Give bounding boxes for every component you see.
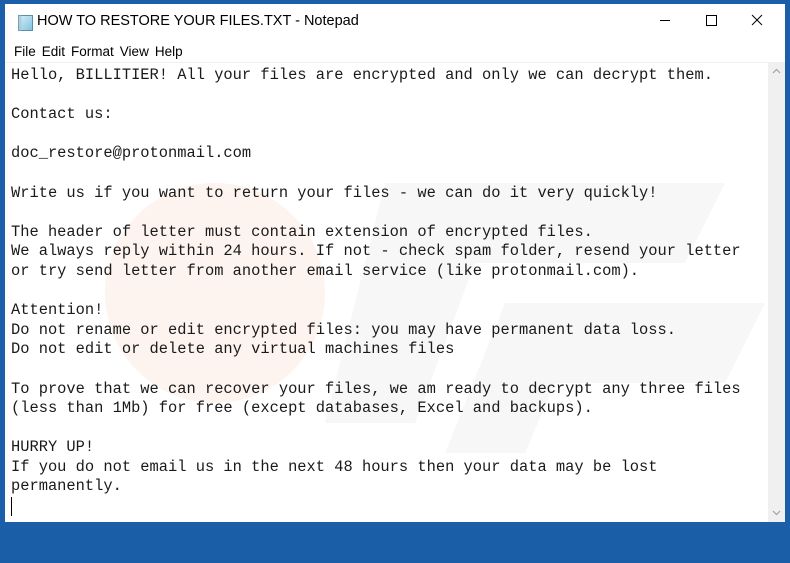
text-line xyxy=(11,125,767,145)
menu-format[interactable]: Format xyxy=(68,42,117,61)
text-line: HURRY UP! xyxy=(11,438,95,457)
text-line: permanently. xyxy=(11,477,122,496)
scroll-down-button[interactable] xyxy=(768,505,785,522)
text-line: Do not rename or edit encrypted files: y… xyxy=(11,320,676,339)
scroll-up-button[interactable] xyxy=(768,63,785,80)
text-line: or try send letter from another email se… xyxy=(11,261,640,280)
close-button[interactable] xyxy=(734,4,780,40)
text-line: Contact us: xyxy=(11,105,113,124)
text-line: To prove that we can recover your files,… xyxy=(11,379,741,398)
minimize-button[interactable] xyxy=(642,4,688,40)
text-line: Write us if you want to return your file… xyxy=(11,183,658,202)
text-line: If you do not email us in the next 48 ho… xyxy=(11,457,658,476)
text-line xyxy=(11,360,767,380)
text-line xyxy=(11,497,767,517)
close-icon xyxy=(751,13,763,31)
text-editor[interactable]: Hello, BILLITIER! All your files are enc… xyxy=(5,62,785,522)
text-line: Attention! xyxy=(11,301,104,320)
text-line: We always reply within 24 hours. If not … xyxy=(11,242,741,261)
text-line xyxy=(11,282,767,302)
notepad-window: HOW TO RESTORE YOUR FILES.TXT - Notepad … xyxy=(0,0,790,527)
text-line: The header of letter must contain extens… xyxy=(11,222,593,241)
title-bar[interactable]: HOW TO RESTORE YOUR FILES.TXT - Notepad xyxy=(5,4,785,40)
menu-help[interactable]: Help xyxy=(152,42,186,61)
text-line xyxy=(11,203,767,223)
text-line: Do not edit or delete any virtual machin… xyxy=(11,340,455,359)
text-line xyxy=(11,419,767,439)
menu-bar: File Edit Format View Help xyxy=(5,40,785,62)
menu-edit[interactable]: Edit xyxy=(39,42,68,61)
maximize-icon xyxy=(705,13,717,31)
menu-view[interactable]: View xyxy=(117,42,152,61)
text-caret xyxy=(11,497,12,517)
text-line xyxy=(11,86,767,106)
document-text[interactable]: Hello, BILLITIER! All your files are enc… xyxy=(11,66,767,522)
minimize-icon xyxy=(659,13,671,31)
text-line: doc_restore@protonmail.com xyxy=(11,144,252,163)
maximize-button[interactable] xyxy=(688,4,734,40)
chevron-down-icon xyxy=(772,509,781,518)
text-line xyxy=(11,164,767,184)
window-title: HOW TO RESTORE YOUR FILES.TXT - Notepad xyxy=(37,13,359,29)
chevron-up-icon xyxy=(772,67,781,76)
menu-file[interactable]: File xyxy=(11,42,39,61)
text-line: Hello, BILLITIER! All your files are enc… xyxy=(11,66,713,84)
vertical-scrollbar[interactable] xyxy=(768,63,785,522)
notepad-icon xyxy=(17,14,34,32)
text-line: (less than 1Mb) for free (except databas… xyxy=(11,399,593,418)
